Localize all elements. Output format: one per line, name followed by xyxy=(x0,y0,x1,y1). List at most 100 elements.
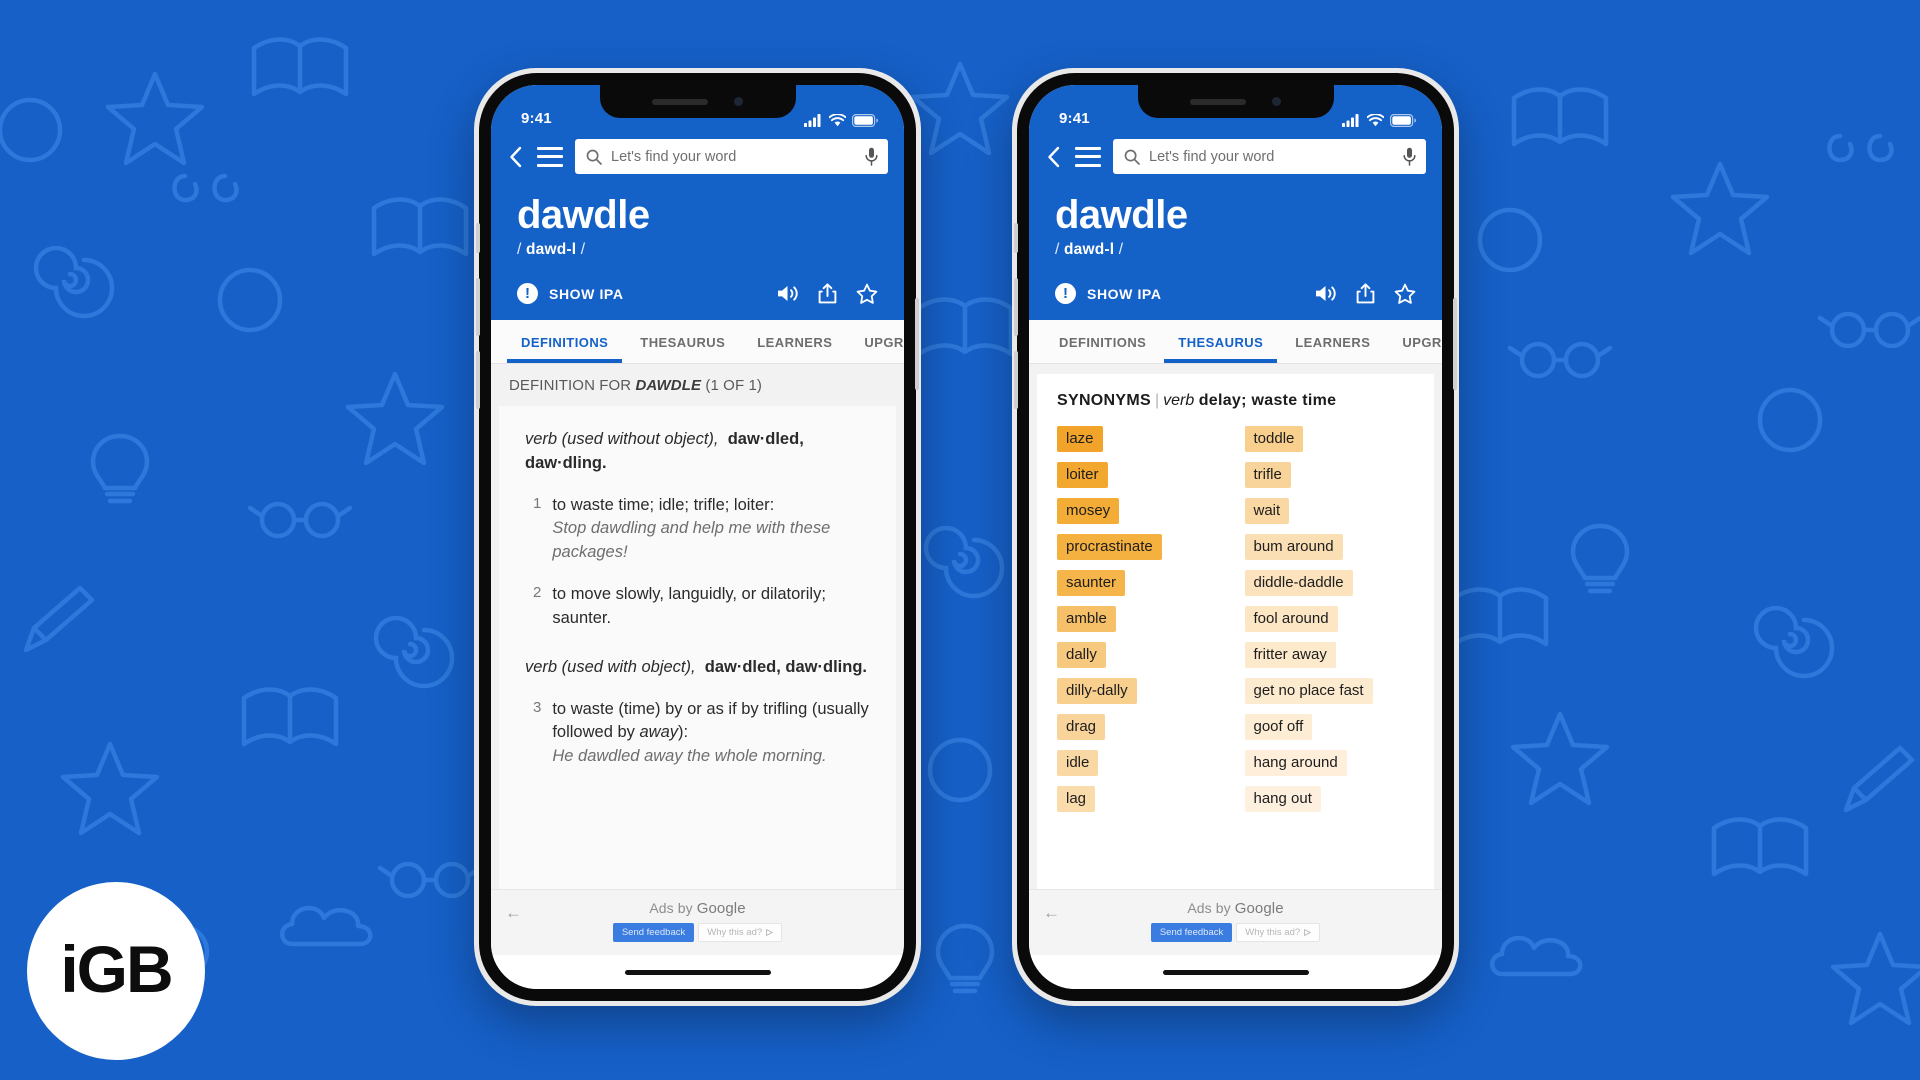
back-button[interactable] xyxy=(1045,146,1063,168)
tab-learners[interactable]: LEARNERS xyxy=(741,320,848,363)
volume-up-button[interactable] xyxy=(1014,278,1018,336)
ad-footer: ← Ads by Google Send feedback Why this a… xyxy=(1029,889,1442,955)
tab-bar: DEFINITIONS THESAURUS LEARNERS UPGRADE xyxy=(491,320,904,364)
search-input[interactable]: Let's find your word xyxy=(575,139,888,174)
tab-definitions[interactable]: DEFINITIONS xyxy=(505,320,624,363)
word-block: dawdle / dawd-l / xyxy=(491,184,904,259)
synonym-chip[interactable]: fritter away xyxy=(1244,642,1336,668)
back-button[interactable] xyxy=(507,146,525,168)
sense-item: 3 to waste (time) by or as if by triflin… xyxy=(525,698,870,768)
synonym-chip[interactable]: hang around xyxy=(1244,750,1347,776)
synonym-chip[interactable]: goof off xyxy=(1244,714,1313,740)
microphone-icon[interactable] xyxy=(865,147,878,166)
status-time: 9:41 xyxy=(521,110,552,127)
why-this-ad-label: Why this ad? xyxy=(707,927,763,938)
home-indicator[interactable] xyxy=(1162,969,1309,975)
tab-upgrade[interactable]: UPGRADE xyxy=(1386,320,1442,363)
play-triangle-icon xyxy=(1304,929,1312,936)
definition-heading-pre: DEFINITION FOR xyxy=(509,377,636,394)
sense-example: He dawdled away the whole morning. xyxy=(552,746,827,765)
synonym-chip[interactable]: procrastinate xyxy=(1057,534,1162,560)
volume-down-button[interactable] xyxy=(476,351,480,409)
send-feedback-button[interactable]: Send feedback xyxy=(612,923,695,942)
synonym-chip[interactable]: amble xyxy=(1057,606,1116,632)
ad-back-arrow-icon[interactable]: ← xyxy=(505,904,522,921)
tab-thesaurus[interactable]: THESAURUS xyxy=(1162,320,1279,363)
speaker-icon[interactable] xyxy=(776,284,799,303)
synonyms-label: SYNONYMS xyxy=(1057,392,1151,409)
share-icon[interactable] xyxy=(818,283,837,304)
phonetic-post: / xyxy=(1114,241,1124,258)
volume-up-button[interactable] xyxy=(476,278,480,336)
chevron-left-icon xyxy=(510,146,522,167)
synonym-chip[interactable]: lag xyxy=(1057,786,1096,812)
phone-bezel: 9:41 Let's find your word dawdle / dawd-… xyxy=(1014,73,1457,1001)
power-button[interactable] xyxy=(1453,298,1457,390)
tab-upgrade[interactable]: UPGRADE xyxy=(848,320,904,363)
front-camera-icon xyxy=(1272,97,1281,106)
status-time: 9:41 xyxy=(1059,110,1090,127)
igb-logo-text: iGB xyxy=(60,932,173,1006)
show-ipa-button[interactable]: ! SHOW IPA xyxy=(517,283,624,304)
synonym-chip[interactable]: saunter xyxy=(1057,570,1126,596)
share-icon[interactable] xyxy=(1356,283,1375,304)
earpiece-speaker xyxy=(1190,98,1246,105)
synonym-chip[interactable]: laze xyxy=(1057,426,1103,452)
info-icon: ! xyxy=(1055,283,1076,304)
home-indicator-area xyxy=(1029,955,1442,989)
info-icon: ! xyxy=(517,283,538,304)
menu-button[interactable] xyxy=(1075,146,1101,167)
synonym-chip[interactable]: diddle-daddle xyxy=(1244,570,1353,596)
sense-text: to move slowly, languidly, or dilatorily… xyxy=(552,585,826,627)
mute-switch[interactable] xyxy=(1014,223,1018,253)
tab-thesaurus[interactable]: THESAURUS xyxy=(624,320,741,363)
synonym-chip[interactable]: dally xyxy=(1057,642,1106,668)
sense-body: to waste time; idle; trifle; loiter: Sto… xyxy=(552,494,870,564)
power-button[interactable] xyxy=(915,298,919,390)
synonym-chip[interactable]: mosey xyxy=(1057,498,1120,524)
app-header: Let's find your word dawdle / dawd-l / !… xyxy=(491,131,904,320)
synonym-chip[interactable]: loiter xyxy=(1057,462,1108,488)
star-icon[interactable] xyxy=(856,283,878,304)
star-icon[interactable] xyxy=(1394,283,1416,304)
search-input[interactable]: Let's find your word xyxy=(1113,139,1426,174)
home-indicator[interactable] xyxy=(624,969,771,975)
menu-button[interactable] xyxy=(537,146,563,167)
synonym-chip[interactable]: dilly-dally xyxy=(1057,678,1137,704)
action-icons xyxy=(776,283,878,304)
wifi-icon xyxy=(829,114,846,127)
status-icons xyxy=(804,114,878,127)
why-this-ad-button[interactable]: Why this ad? xyxy=(1236,923,1321,942)
synonym-chip[interactable]: bum around xyxy=(1244,534,1343,560)
why-this-ad-button[interactable]: Why this ad? xyxy=(698,923,783,942)
send-feedback-button[interactable]: Send feedback xyxy=(1150,923,1233,942)
speaker-icon[interactable] xyxy=(1314,284,1337,303)
heading-pos: verb xyxy=(1163,392,1195,409)
synonym-chip[interactable]: toddle xyxy=(1244,426,1304,452)
app-header: Let's find your word dawdle / dawd-l / !… xyxy=(1029,131,1442,320)
synonym-chip[interactable]: hang out xyxy=(1244,786,1321,812)
synonym-chip[interactable]: trifle xyxy=(1244,462,1291,488)
synonym-chip[interactable]: wait xyxy=(1244,498,1290,524)
show-ipa-button[interactable]: ! SHOW IPA xyxy=(1055,283,1162,304)
phone-screen: 9:41 Let's find your word dawdle / dawd-… xyxy=(491,85,904,989)
signal-icon xyxy=(804,114,821,127)
tab-definitions[interactable]: DEFINITIONS xyxy=(1043,320,1162,363)
synonym-chip[interactable]: get no place fast xyxy=(1244,678,1373,704)
ad-buttons: Send feedback Why this ad? xyxy=(1043,923,1428,942)
synonym-chip[interactable]: idle xyxy=(1057,750,1099,776)
synonym-column-left: laze loiter mosey procrastinate saunter amble… xyxy=(1057,426,1227,812)
show-ipa-label: SHOW IPA xyxy=(1087,285,1162,302)
phone-bezel: 9:41 Let's find your word dawdle / dawd-… xyxy=(476,73,919,1001)
mute-switch[interactable] xyxy=(476,223,480,253)
phonetic-respelling: / dawd-l / xyxy=(1055,241,1416,259)
microphone-icon[interactable] xyxy=(1403,147,1416,166)
hamburger-menu-icon xyxy=(537,146,563,167)
sense-body: to waste (time) by or as if by trifling … xyxy=(552,698,870,768)
sense-number: 2 xyxy=(533,584,542,602)
ad-back-arrow-icon[interactable]: ← xyxy=(1043,904,1060,921)
synonym-chip[interactable]: fool around xyxy=(1244,606,1338,632)
tab-learners[interactable]: LEARNERS xyxy=(1279,320,1386,363)
volume-down-button[interactable] xyxy=(1014,351,1018,409)
synonym-chip[interactable]: drag xyxy=(1057,714,1106,740)
